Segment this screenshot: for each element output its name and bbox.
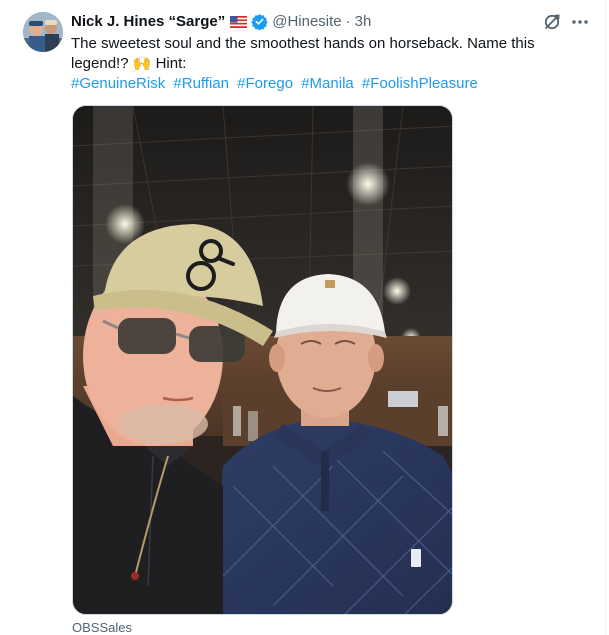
verified-badge-icon[interactable] [251,13,268,30]
grok-icon[interactable] [542,12,562,32]
shirt-logo [411,549,421,567]
hashtag-link[interactable]: #Forego [237,75,293,92]
hashtag-link[interactable]: #FoolishPleasure [362,75,478,92]
tweet-timestamp[interactable]: 3h [355,13,372,30]
tweet-photo[interactable] [72,105,453,615]
tweet-header: Nick J. Hines “Sarge” @Hinesite · 3h [71,11,371,31]
media-attribution[interactable]: OBSSales [72,621,132,635]
hashtag-list: #GenuineRisk #Ruffian #Forego #Manila #F… [71,74,482,94]
more-options-icon[interactable] [570,12,590,32]
tweet-text: The sweetest soul and the smoothest hand… [71,35,535,72]
hashtag-link[interactable]: #Ruffian [173,75,229,92]
separator-dot: · [345,12,351,30]
tweet-card[interactable]: Nick J. Hines “Sarge” @Hinesite · 3h The… [0,0,606,635]
us-flag-icon [230,15,248,28]
author-handle[interactable]: @Hinesite [272,13,341,30]
hashtag-link[interactable]: #Manila [301,75,354,92]
hashtag-link[interactable]: #GenuineRisk [71,75,165,92]
author-avatar[interactable] [23,12,63,52]
author-name[interactable]: Nick J. Hines “Sarge” [71,13,225,30]
